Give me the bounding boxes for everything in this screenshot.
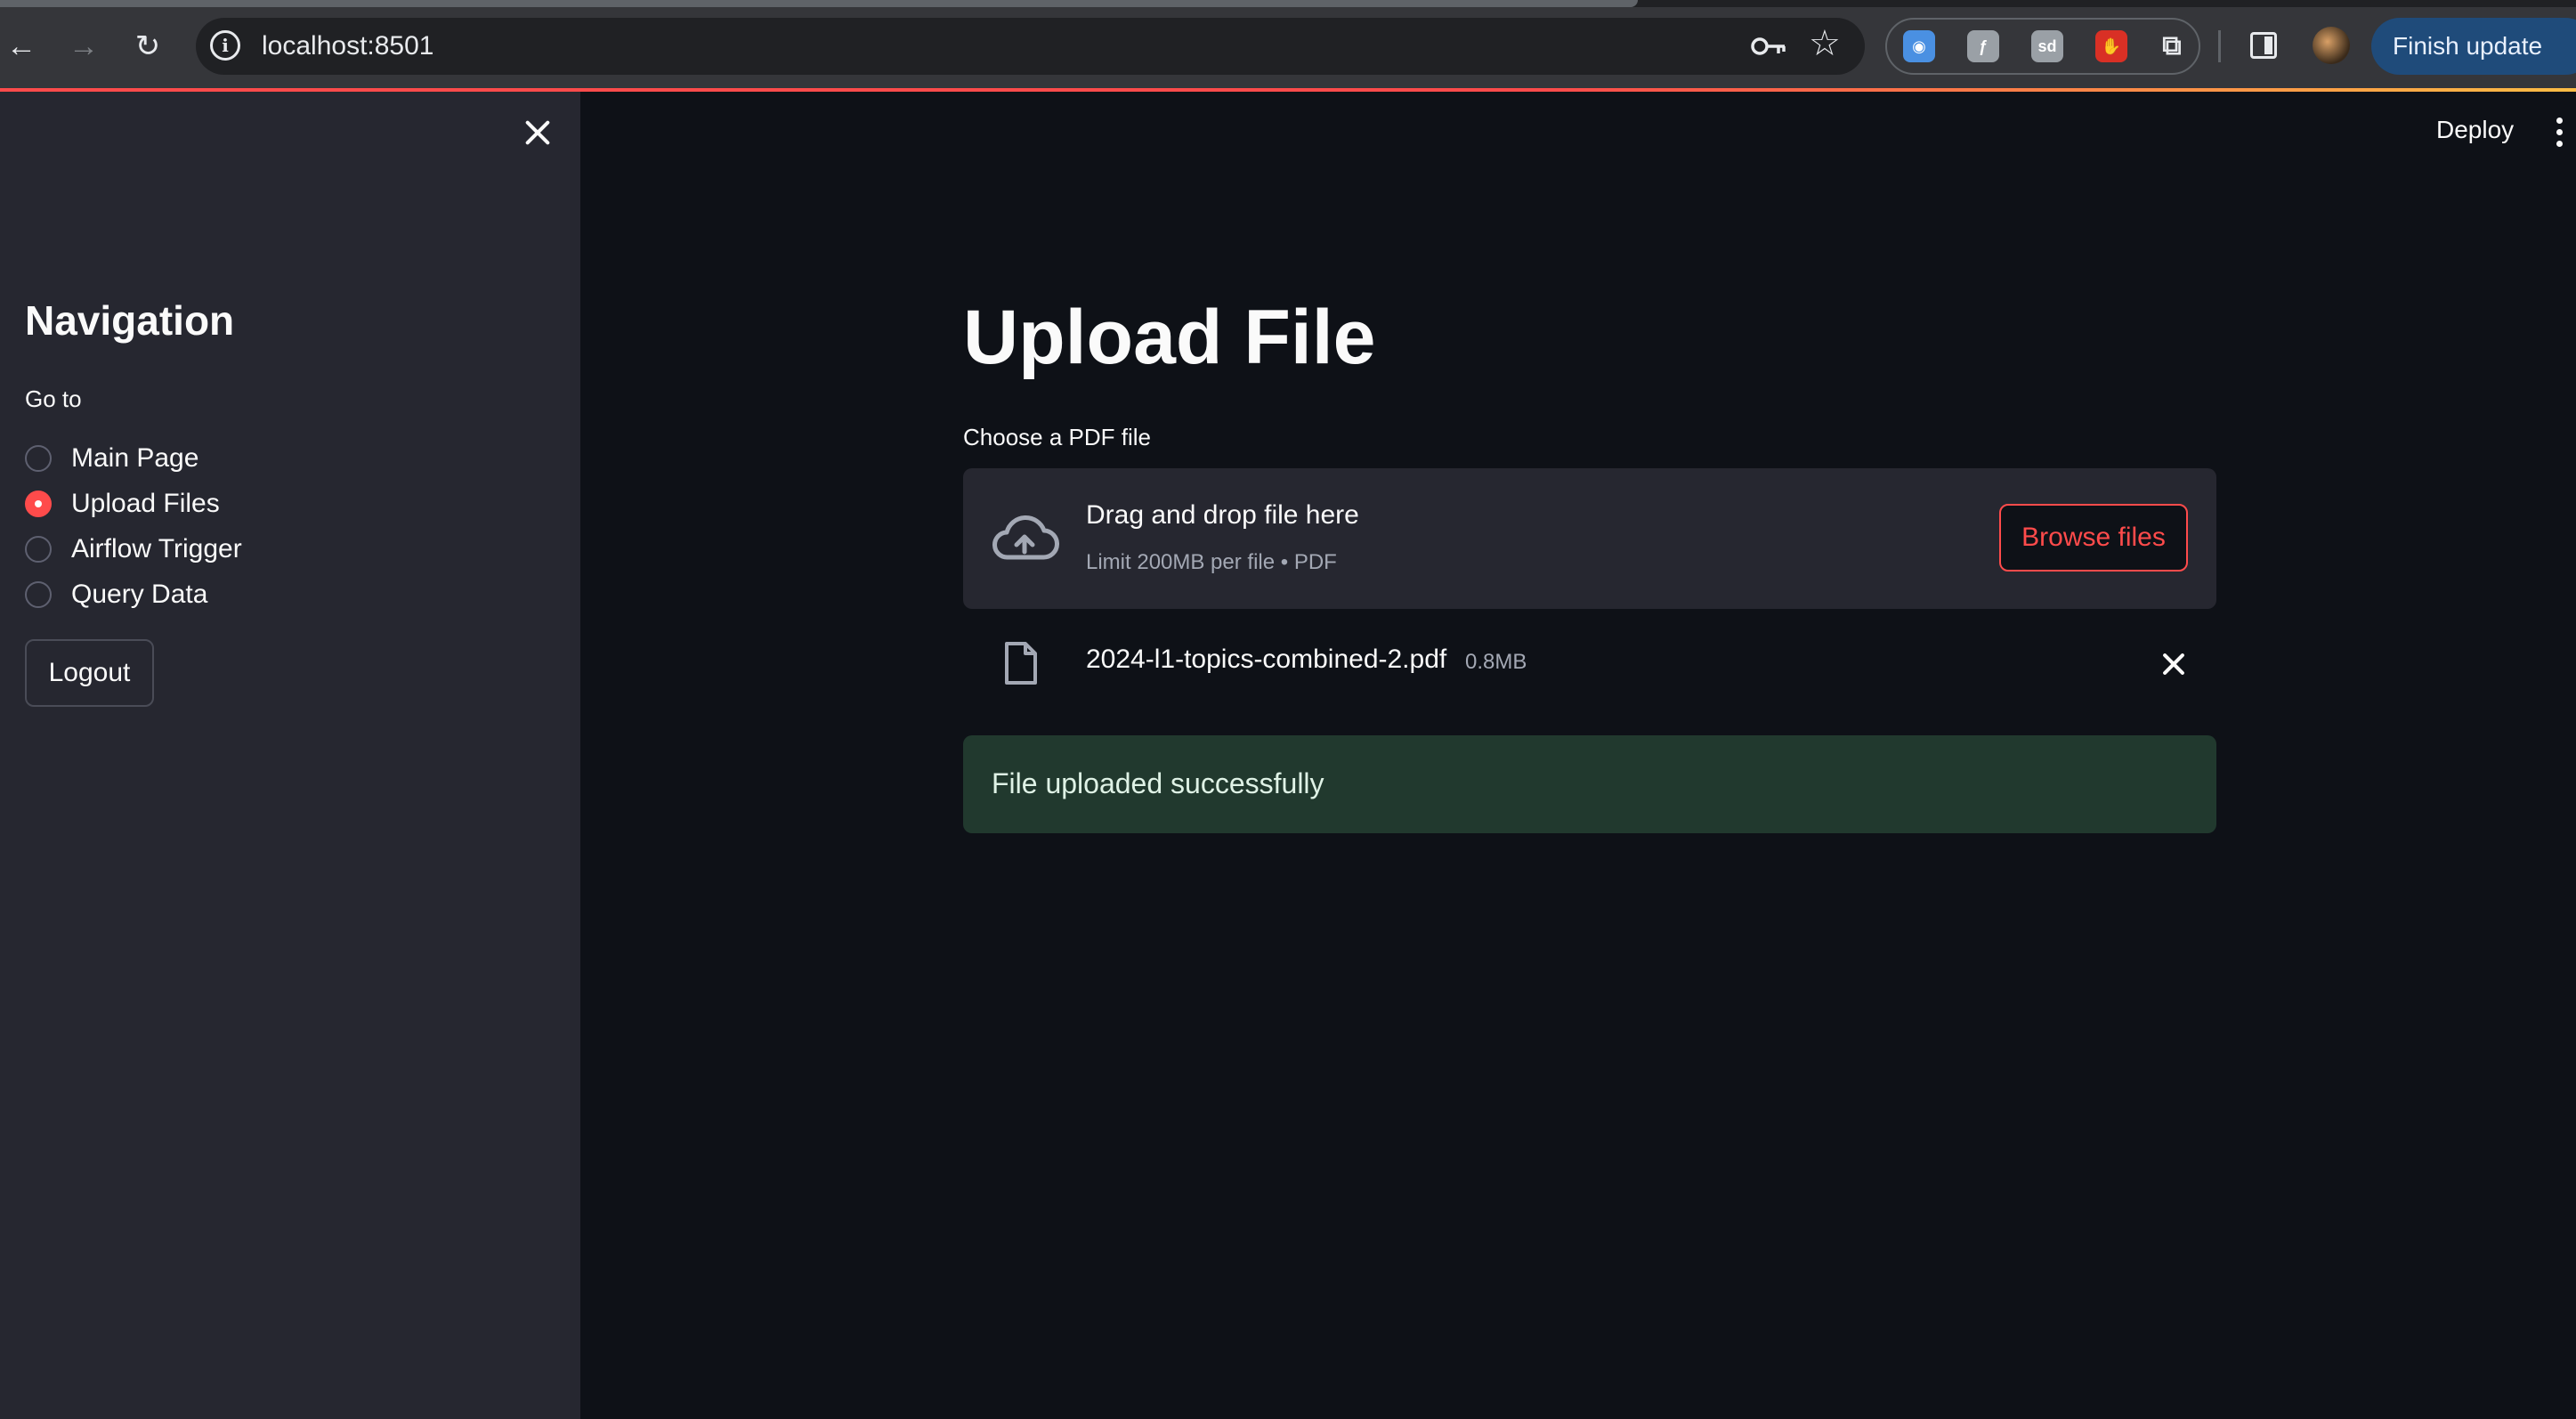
uploader-label: Choose a PDF file: [963, 424, 1151, 450]
navigation-radio-group: Main Page Upload Files Airflow Trigger Quer…: [25, 435, 242, 617]
toolbar-separator: [2218, 30, 2221, 62]
radio-button-icon[interactable]: [25, 580, 52, 608]
radio-option-label: Query Data: [71, 579, 208, 609]
profile-avatar[interactable]: [2313, 27, 2350, 64]
radio-button-icon[interactable]: [25, 535, 52, 563]
site-info-icon[interactable]: i: [210, 30, 240, 61]
radio-button-icon[interactable]: [25, 490, 52, 517]
password-key-icon[interactable]: [1749, 30, 1788, 62]
chrome-extension-icon-2[interactable]: ƒ: [1967, 30, 1999, 62]
radio-option-upload-files[interactable]: Upload Files: [25, 481, 242, 526]
radio-option-main-page[interactable]: Main Page: [25, 435, 242, 481]
browse-files-button[interactable]: Browse files: [1999, 504, 2188, 572]
chrome-extension-icon-3[interactable]: sd: [2031, 30, 2063, 62]
file-dropzone[interactable]: Drag and drop file here Limit 200MB per …: [963, 468, 2216, 609]
address-bar[interactable]: i localhost:8501 ☆: [196, 18, 1865, 75]
uploaded-file-name: 2024-l1-topics-combined-2.pdf: [1086, 645, 1447, 674]
bookmark-star-icon[interactable]: ☆: [1809, 23, 1841, 64]
extensions-puzzle-icon[interactable]: ⧉: [2156, 30, 2188, 62]
active-tab[interactable]: [0, 0, 1638, 7]
remove-file-icon[interactable]: [2159, 650, 2188, 678]
deploy-button[interactable]: Deploy: [2436, 116, 2514, 144]
sidebar: Navigation Go to Main Page Upload Files Ai…: [0, 92, 580, 1419]
radio-option-query-data[interactable]: Query Data: [25, 572, 242, 617]
sidebar-title: Navigation: [25, 297, 235, 344]
cloud-upload-icon: [992, 515, 1059, 560]
logout-button[interactable]: Logout: [25, 639, 154, 707]
tab-strip: [0, 0, 2576, 7]
chrome-extension-icon-1[interactable]: ◉: [1903, 30, 1935, 62]
uploaded-file-item: 2024-l1-topics-combined-2.pdf 0.8MB: [963, 630, 2216, 701]
radio-option-airflow-trigger[interactable]: Airflow Trigger: [25, 526, 242, 572]
reload-icon[interactable]: ↻: [128, 27, 167, 66]
uploaded-file-size: 0.8MB: [1465, 650, 1527, 674]
finish-update-button[interactable]: Finish update: [2371, 18, 2576, 75]
close-sidebar-icon[interactable]: [522, 117, 554, 149]
main-menu-icon[interactable]: [2556, 118, 2564, 148]
radio-button-icon[interactable]: [25, 444, 52, 472]
back-arrow-icon[interactable]: ←: [2, 27, 41, 66]
forward-arrow-icon[interactable]: →: [64, 27, 103, 66]
radio-option-label: Main Page: [71, 442, 199, 473]
radio-option-label: Airflow Trigger: [71, 533, 242, 564]
file-icon: [1005, 642, 1037, 685]
url-text[interactable]: localhost:8501: [262, 31, 433, 61]
chrome-extension-icon-4[interactable]: ✋: [2095, 30, 2127, 62]
success-message: File uploaded successfully: [992, 767, 1324, 799]
side-panel-icon[interactable]: [2250, 32, 2277, 59]
extensions-bar: ◉ ƒ sd ✋ ⧉: [1885, 18, 2200, 75]
dropzone-limit-text: Limit 200MB per file • PDF: [1086, 550, 1337, 574]
page-title: Upload File: [963, 295, 1376, 380]
radio-group-label: Go to: [25, 385, 82, 412]
radio-option-label: Upload Files: [71, 488, 220, 518]
dropzone-title: Drag and drop file here: [1086, 500, 1359, 530]
browser-toolbar: ← → ↻ i localhost:8501 ☆ ◉ ƒ sd ✋ ⧉ Finish u…: [0, 0, 2576, 92]
success-alert: File uploaded successfully: [963, 735, 2216, 833]
